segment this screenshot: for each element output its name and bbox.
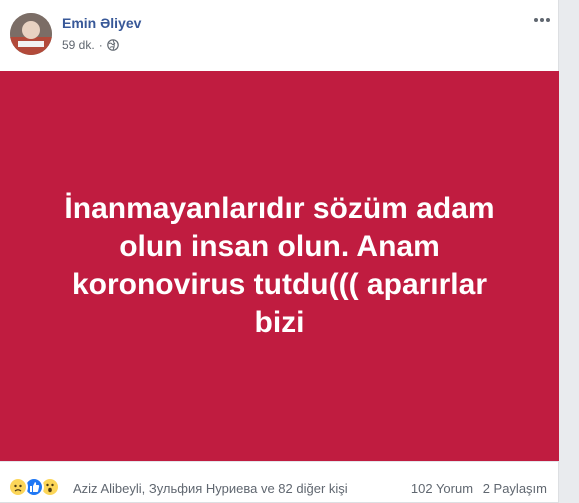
post-footer: Aziz Alibeyli, Зульфия Нуриева ve 82 diğ… — [0, 461, 559, 503]
status-background: İnanmayanlarıdır sözüm adam olun insan o… — [0, 71, 559, 461]
status-text: İnanmayanlarıdır sözüm adam olun insan o… — [64, 192, 495, 339]
sad-reaction-icon[interactable] — [8, 477, 28, 497]
more-horizontal-icon[interactable] — [532, 10, 552, 30]
comments-count[interactable]: 102 Yorum — [411, 481, 473, 496]
post-time[interactable]: 59 dk. — [62, 38, 95, 52]
page-scrollbar[interactable] — [566, 0, 579, 503]
author-name[interactable]: Emin Əliyev — [62, 15, 141, 31]
shares-count[interactable]: 2 Paylaşım — [483, 481, 547, 496]
globe-icon[interactable] — [106, 39, 119, 51]
meta-separator: · — [98, 38, 103, 52]
avatar[interactable] — [10, 13, 52, 55]
post-header: Emin Əliyev 59 dk. · — [0, 0, 559, 71]
reaction-names[interactable]: Aziz Alibeyli, Зульфия Нуриева ve 82 diğ… — [73, 481, 348, 496]
reaction-icons[interactable] — [8, 477, 60, 497]
engagement-counts: 102 Yorum 2 Paylaşım — [405, 481, 547, 496]
facebook-post: Emin Əliyev 59 dk. · İnanmayanlarıdır sö… — [0, 0, 559, 503]
avatar-image — [10, 13, 52, 55]
post-meta: 59 dk. · — [62, 38, 119, 52]
